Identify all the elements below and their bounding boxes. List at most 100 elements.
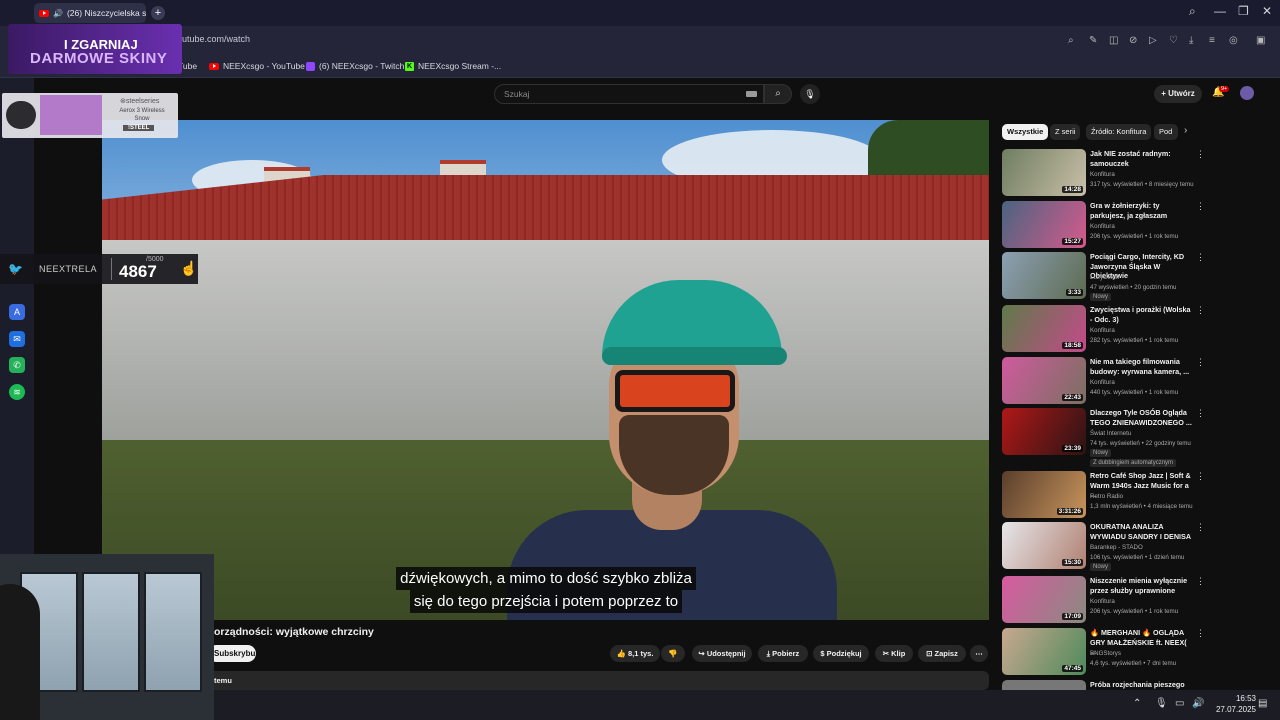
- more-vert-icon[interactable]: ⋮: [1196, 149, 1205, 160]
- minimize-icon[interactable]: —: [1214, 4, 1226, 18]
- speaker-icon[interactable]: 🔊: [53, 9, 63, 18]
- system-clock[interactable]: 16:53 27.07.2025: [1206, 693, 1256, 715]
- profile-icon[interactable]: ◎: [1229, 35, 1238, 46]
- more-vert-icon[interactable]: ⋮: [1196, 471, 1205, 482]
- channel-name[interactable]: Konfitura: [1090, 327, 1115, 334]
- video-thumbnail[interactable]: 15:27: [1002, 201, 1086, 248]
- box-icon[interactable]: ▣: [1256, 35, 1265, 46]
- channel-name[interactable]: BNGStorys: [1090, 650, 1121, 657]
- recommendation-item[interactable]: 22:43 Nie ma takiego filmowania budowy: …: [1002, 357, 1272, 407]
- voice-search-button[interactable]: 🎙: [800, 84, 820, 104]
- more-vert-icon[interactable]: ⋮: [1196, 408, 1205, 419]
- video-thumbnail[interactable]: 23:39: [1002, 408, 1086, 455]
- channel-name[interactable]: Świat Internetu: [1090, 430, 1131, 437]
- video-thumbnail[interactable]: 47:45: [1002, 628, 1086, 675]
- recommendation-item[interactable]: 18:58 Zwycięstwa i porażki (Wolska - Odc…: [1002, 305, 1272, 355]
- menu-icon[interactable]: ≡: [1209, 35, 1215, 46]
- channel-name[interactable]: LuzyckiMk: [1090, 274, 1119, 281]
- chip-more[interactable]: Pod: [1154, 124, 1178, 140]
- spotify-icon[interactable]: ≋: [9, 384, 25, 400]
- zoom-icon[interactable]: ⌕: [1068, 35, 1074, 46]
- chip-source[interactable]: Źródło: Konfitura: [1086, 124, 1152, 140]
- thanks-button[interactable]: $ Podziękuj: [813, 645, 869, 662]
- avatar[interactable]: [1240, 86, 1254, 100]
- camera-icon[interactable]: ◫: [1109, 35, 1118, 46]
- channel-name[interactable]: Konfitura: [1090, 379, 1115, 386]
- bookmark-neex-kick[interactable]: K NEEXcsgo Stream -...: [405, 61, 501, 71]
- edit-icon[interactable]: ✎: [1089, 35, 1097, 46]
- messenger-icon[interactable]: ✉: [9, 331, 25, 347]
- new-tab-button[interactable]: +: [151, 6, 165, 20]
- more-vert-icon[interactable]: ⋮: [1196, 628, 1205, 639]
- restore-icon[interactable]: ❐: [1238, 4, 1249, 18]
- thumbs-up-icon: 👍: [616, 649, 626, 658]
- more-vert-icon[interactable]: ⋮: [1196, 522, 1205, 533]
- download-icon[interactable]: ⤓: [1189, 35, 1193, 46]
- chip-series[interactable]: Z serii: [1050, 124, 1081, 140]
- monitor-icon[interactable]: ▭: [1175, 698, 1184, 709]
- video-thumbnail[interactable]: [1002, 680, 1086, 690]
- video-thumbnail[interactable]: 3:31:26: [1002, 471, 1086, 518]
- share-button[interactable]: ↪ Udostępnij: [692, 645, 752, 662]
- search-input[interactable]: Szukaj: [494, 84, 764, 104]
- recommendation-item[interactable]: 15:27 Gra w żołnierzyki: ty parkujesz, j…: [1002, 201, 1272, 251]
- app-store-icon[interactable]: A: [9, 304, 25, 320]
- channel-name[interactable]: Konfitura: [1090, 171, 1115, 178]
- video-thumbnail[interactable]: 3:33: [1002, 252, 1086, 299]
- recommendation-item[interactable]: 15:30 OKURATNA ANALIZA WYWIADU SANDRY I …: [1002, 522, 1272, 572]
- microphone-icon[interactable]: 🎙: [1155, 698, 1168, 709]
- subscribe-button[interactable]: Subskrybuj: [208, 645, 258, 662]
- recommendation-item[interactable]: 3:33 Pociągi Cargo, Intercity, KD Jaworz…: [1002, 252, 1272, 302]
- thanks-label: Podziękuj: [826, 649, 862, 658]
- video-player[interactable]: [102, 120, 989, 620]
- keyboard-icon[interactable]: [746, 91, 757, 97]
- channel-name[interactable]: Barankep - STADO: [1090, 544, 1143, 551]
- bookmark-neex-twitch[interactable]: (6) NEEXcsgo - Twitch: [306, 61, 404, 71]
- heart-icon[interactable]: ♡: [1169, 35, 1178, 46]
- shield-icon[interactable]: ⊘: [1129, 35, 1137, 46]
- video-thumbnail[interactable]: 14:28: [1002, 149, 1086, 196]
- dislike-button[interactable]: 👎: [661, 645, 685, 662]
- close-icon[interactable]: ✕: [1262, 4, 1272, 18]
- recommendation-item[interactable]: 47:45 🔥 MERGHANI 🔥 OGLĄDA GRY MAŁŻEŃSKIE…: [1002, 628, 1272, 678]
- recommendation-item[interactable]: Próba rozjechania pieszego: [1002, 680, 1272, 690]
- channel-name[interactable]: Konfitura: [1090, 223, 1115, 230]
- search-button[interactable]: ⌕: [764, 84, 792, 104]
- browser-tab[interactable]: 🔊 (26) Niszczycielska siła...: [34, 3, 146, 23]
- recommendation-item[interactable]: 23:39 Dlaczego Tyle OSÓB Ogląda TEGO ZNI…: [1002, 408, 1272, 468]
- url-field[interactable]: utube.com/watch: [182, 34, 250, 44]
- like-button[interactable]: 👍 8,1 tys.: [610, 645, 660, 662]
- more-vert-icon[interactable]: ⋮: [1196, 357, 1205, 368]
- channel-name[interactable]: Retro Radio: [1090, 493, 1123, 500]
- video-thumbnail[interactable]: 22:43: [1002, 357, 1086, 404]
- recommendation-item[interactable]: 17:09 Niszczenie mienia wyłącznie przez …: [1002, 576, 1272, 626]
- recommendation-item[interactable]: 3:31:26 Retro Café Shop Jazz | Soft & Wa…: [1002, 471, 1272, 521]
- video-thumbnail[interactable]: 17:09: [1002, 576, 1086, 623]
- bookmark-neex-youtube[interactable]: NEEXcsgo - YouTube: [209, 61, 305, 71]
- recommendation-title: Próba rozjechania pieszego: [1090, 680, 1185, 689]
- video-thumbnail[interactable]: 15:30: [1002, 522, 1086, 569]
- save-button[interactable]: ⊡ Zapisz: [918, 645, 966, 662]
- chevron-right-icon[interactable]: ›: [1184, 125, 1187, 136]
- more-vert-icon[interactable]: ⋮: [1196, 201, 1205, 212]
- chip-all[interactable]: Wszystkie: [1002, 124, 1049, 140]
- play-icon[interactable]: ▷: [1149, 35, 1157, 46]
- clip-button[interactable]: ✂ Klip: [875, 645, 913, 662]
- notification-center-icon[interactable]: ▤: [1258, 698, 1267, 709]
- video-thumbnail[interactable]: 18:58: [1002, 305, 1086, 352]
- description-box[interactable]: temu: [208, 671, 989, 690]
- create-button[interactable]: + Utwórz: [1154, 85, 1202, 103]
- more-actions-button[interactable]: ⋯: [970, 645, 988, 662]
- recommendation-item[interactable]: 14:28 Jak NIE zostać radnym: samouczek K…: [1002, 149, 1272, 199]
- download-button[interactable]: ⤓ Pobierz: [758, 645, 808, 662]
- video-meta: 4,6 tys. wyświetleń • 7 dni temu: [1090, 660, 1177, 667]
- more-vert-icon[interactable]: ⋮: [1196, 252, 1205, 263]
- download-icon: ⤓: [766, 649, 771, 658]
- channel-name[interactable]: Konfitura: [1090, 598, 1115, 605]
- more-vert-icon[interactable]: ⋮: [1196, 305, 1205, 316]
- chevron-up-icon[interactable]: ⌃: [1133, 698, 1141, 709]
- more-vert-icon[interactable]: ⋮: [1196, 576, 1205, 587]
- volume-icon[interactable]: 🔊: [1192, 698, 1204, 709]
- search-tabs-icon[interactable]: ⌕: [1189, 4, 1196, 19]
- whatsapp-icon[interactable]: ✆: [9, 357, 25, 373]
